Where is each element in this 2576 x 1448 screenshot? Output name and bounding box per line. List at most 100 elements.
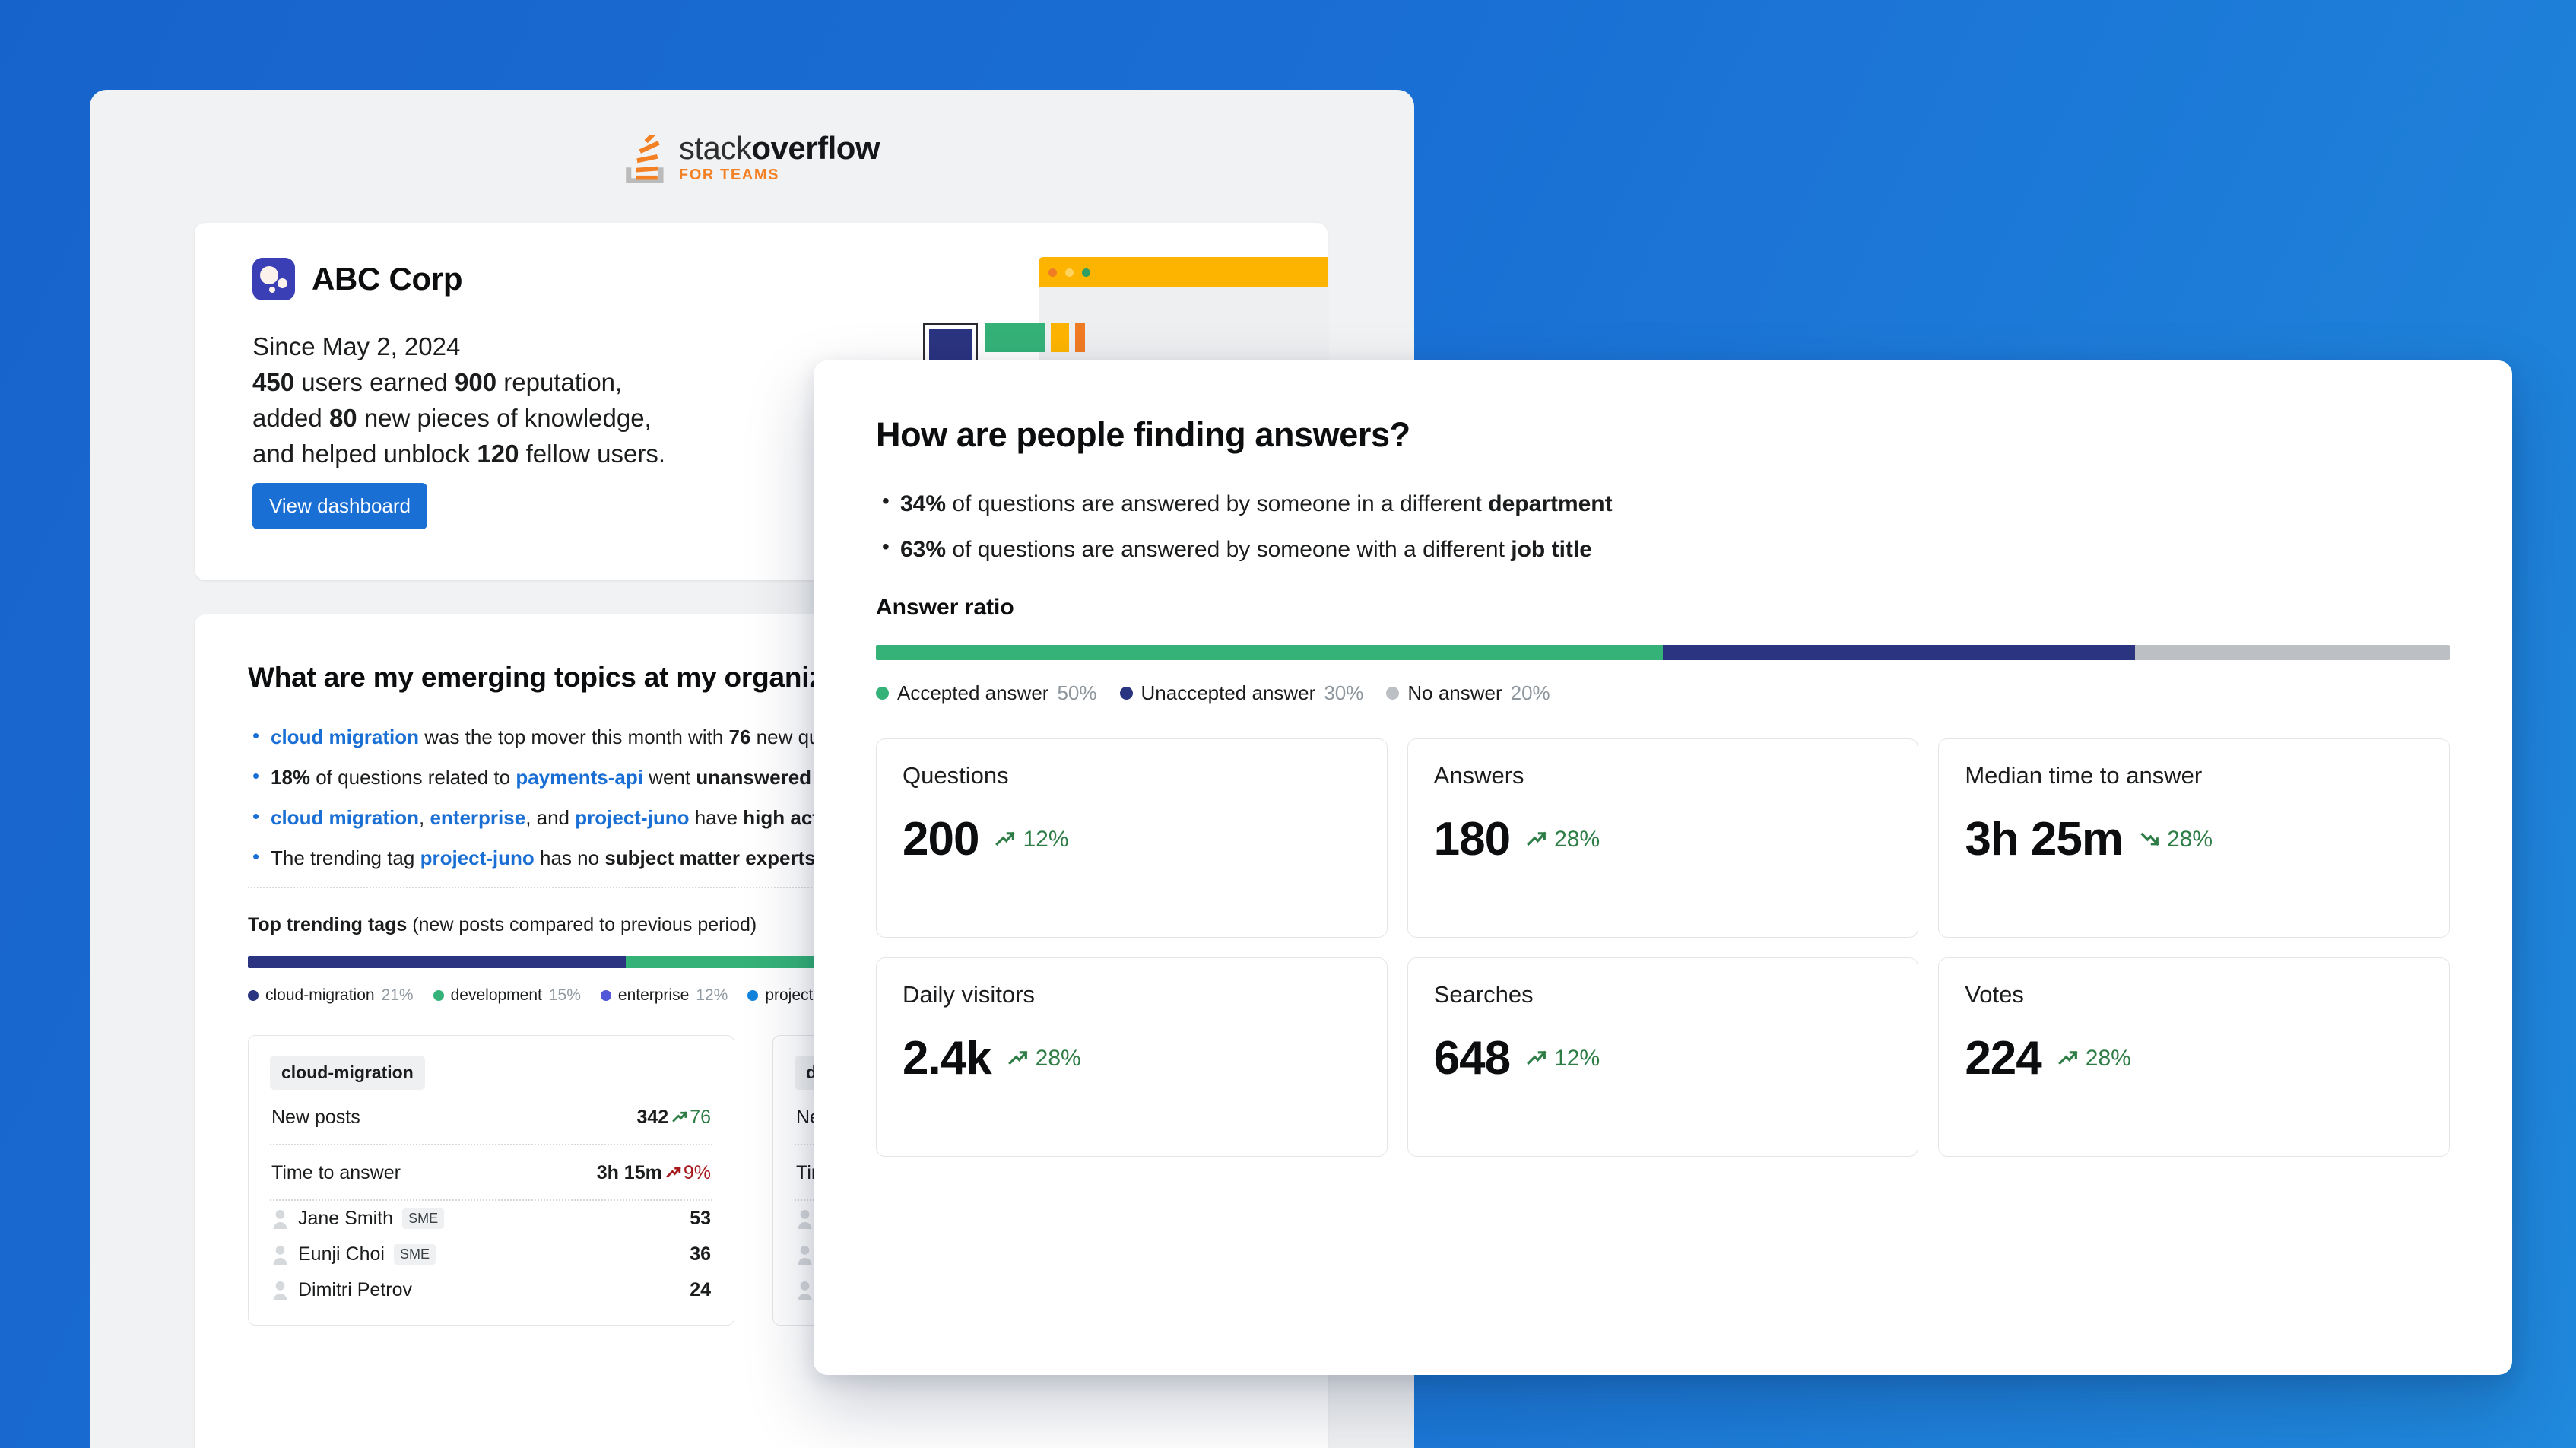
summary-unblocked-count: 120 — [477, 439, 519, 468]
person-count: 24 — [690, 1279, 711, 1300]
user-avatar-icon — [273, 1210, 287, 1229]
legend-dot-icon — [1119, 687, 1133, 700]
ratio-legend-item-no-answer: No answer 20% — [1386, 681, 1550, 705]
illustration-bar-green — [985, 323, 1045, 352]
summary-added-prefix: added — [252, 403, 329, 432]
metric-delta-value: 12% — [1023, 826, 1069, 852]
legend-dot-icon — [433, 990, 444, 1001]
trend-up-bad-icon — [666, 1167, 681, 1178]
legend-label: No answer — [1407, 681, 1502, 704]
trend-up-icon — [1527, 831, 1547, 846]
metric-delta: 12% — [1527, 1046, 1600, 1072]
row-value: 342 — [636, 1107, 669, 1128]
bullet-bold: 76 — [728, 726, 751, 748]
insight-text: of questions are answered by someone wit… — [946, 537, 1512, 562]
row-delta-value: 9% — [683, 1162, 711, 1183]
trend-up-icon — [1527, 1050, 1547, 1065]
metric-card-questions[interactable]: Questions 200 12% — [876, 738, 1388, 938]
trend-legend-item-development: development 15% — [433, 986, 581, 1005]
metric-delta: 28% — [1527, 827, 1600, 853]
metric-value: 3h 25m — [1965, 813, 2124, 865]
legend-value: 15% — [548, 986, 581, 1004]
legend-label: Accepted answer — [897, 681, 1049, 704]
illustration-browser-titlebar — [1039, 257, 1328, 287]
trend-up-icon — [995, 831, 1016, 846]
metric-value: 200 — [903, 813, 979, 865]
metric-card-median-time-to-answer[interactable]: Median time to answer 3h 25m 28% — [1938, 738, 2450, 938]
insight-percent: 63% — [900, 537, 947, 562]
user-avatar-icon — [273, 1246, 287, 1265]
legend-value: 50% — [1057, 681, 1097, 704]
tag-link-project-juno[interactable]: project-juno — [575, 806, 689, 829]
legend-dot-icon — [747, 990, 759, 1001]
bullet-bold: subject matter experts — [604, 846, 816, 869]
metric-card-votes[interactable]: Votes 224 28% — [1938, 957, 2450, 1157]
metric-label: Searches — [1433, 981, 1534, 1008]
trend-legend-item-cloud-migration: cloud-migration 21% — [248, 986, 414, 1005]
metrics-grid: Questions 200 12% Answers 180 28% Median time … — [876, 738, 2450, 1157]
summary-unblock-prefix: and helped unblock — [252, 439, 477, 468]
bullet-text: has no — [534, 846, 605, 869]
list-item: Eunji Choi SME 36 — [270, 1237, 712, 1272]
view-dashboard-button[interactable]: View dashboard — [252, 483, 427, 529]
bullet-text: was the top mover this month with — [419, 726, 729, 748]
tag-link-project-juno-2[interactable]: project-juno — [420, 846, 535, 869]
list-item: Dimitri Petrov 24 — [270, 1272, 712, 1308]
legend-dot-icon — [1386, 687, 1400, 700]
metric-card-answers[interactable]: Answers 180 28% — [1407, 738, 1919, 938]
legend-value: 21% — [381, 986, 414, 1004]
illustration-window-dot-minimize — [1065, 268, 1074, 277]
metric-delta-value: 12% — [1554, 1045, 1600, 1071]
tag-link-enterprise[interactable]: enterprise — [430, 806, 525, 829]
metric-label: Answers — [1433, 762, 1524, 789]
metric-card-daily-visitors[interactable]: Daily visitors 2.4k 28% — [876, 957, 1388, 1157]
list-item: 34% of questions are answered by someone… — [876, 489, 2450, 517]
metric-delta-value: 28% — [1554, 826, 1600, 852]
illustration-bar-yellow — [1051, 323, 1069, 352]
legend-label: development — [450, 986, 542, 1004]
tag-card-cloud-migration: cloud-migration New posts 342 76 Time to… — [248, 1035, 734, 1326]
metric-delta-value: 28% — [2085, 1045, 2131, 1071]
summary-users-count: 450 — [252, 367, 295, 396]
metric-delta: 28% — [2140, 827, 2213, 853]
legend-value: 20% — [1510, 681, 1550, 704]
bullet-bold-lead: 18% — [271, 766, 311, 789]
list-item: 63% of questions are answered by someone… — [876, 535, 2450, 563]
legend-label: enterprise — [617, 986, 690, 1004]
trending-tags-heading-rest: (new posts compared to previous period) — [407, 914, 757, 935]
person-name: Dimitri Petrov — [298, 1279, 413, 1300]
tag-link-payments-api[interactable]: payments-api — [516, 766, 643, 789]
summary-users-text-1: users earned — [294, 367, 455, 396]
row-label: Time to answer — [271, 1162, 401, 1183]
overlay-insight-list: 34% of questions are answered by someone… — [876, 489, 2450, 563]
trending-tags-heading-bold: Top trending tags — [248, 914, 408, 935]
trend-up-icon — [2057, 1050, 2078, 1065]
answer-ratio-legend: Accepted answer 50% Unaccepted answer 30% No… — [876, 681, 2450, 705]
bullet-tail: have — [689, 806, 744, 829]
illustration-bar-orange — [1075, 323, 1085, 352]
logo-subtitle-for-teams: FOR TEAMS — [678, 167, 780, 183]
illustration-window-dot-close — [1048, 268, 1057, 277]
person-name: Jane Smith — [298, 1208, 394, 1229]
legend-value: 12% — [696, 986, 728, 1004]
summary-reputation-count: 900 — [455, 367, 497, 396]
tag-chip[interactable]: cloud-migration — [270, 1056, 425, 1090]
insight-emphasis: job title — [1511, 537, 1592, 562]
row-value: 3h 15m — [596, 1162, 662, 1183]
bullet-sep: , — [419, 806, 430, 829]
summary-users-text-2: reputation, — [496, 367, 623, 396]
person-name: Eunji Choi — [298, 1243, 385, 1265]
list-item: Jane Smith SME 53 — [270, 1201, 712, 1237]
legend-dot-icon — [600, 990, 611, 1001]
legend-dot-icon — [248, 990, 259, 1001]
tag-link-cloud-migration[interactable]: cloud migration — [271, 726, 419, 748]
metric-delta-value: 28% — [1035, 1045, 1081, 1071]
tag-link-cloud-migration-2[interactable]: cloud migration — [271, 806, 419, 829]
legend-dot-icon — [876, 687, 889, 700]
metric-card-searches[interactable]: Searches 648 12% — [1407, 957, 1919, 1157]
user-avatar-icon — [798, 1281, 812, 1300]
summary-added-suffix: new pieces of knowledge, — [357, 403, 652, 432]
trend-segment-cloud-migration — [248, 956, 627, 968]
insight-emphasis: department — [1488, 491, 1613, 516]
metric-value: 648 — [1433, 1032, 1511, 1084]
